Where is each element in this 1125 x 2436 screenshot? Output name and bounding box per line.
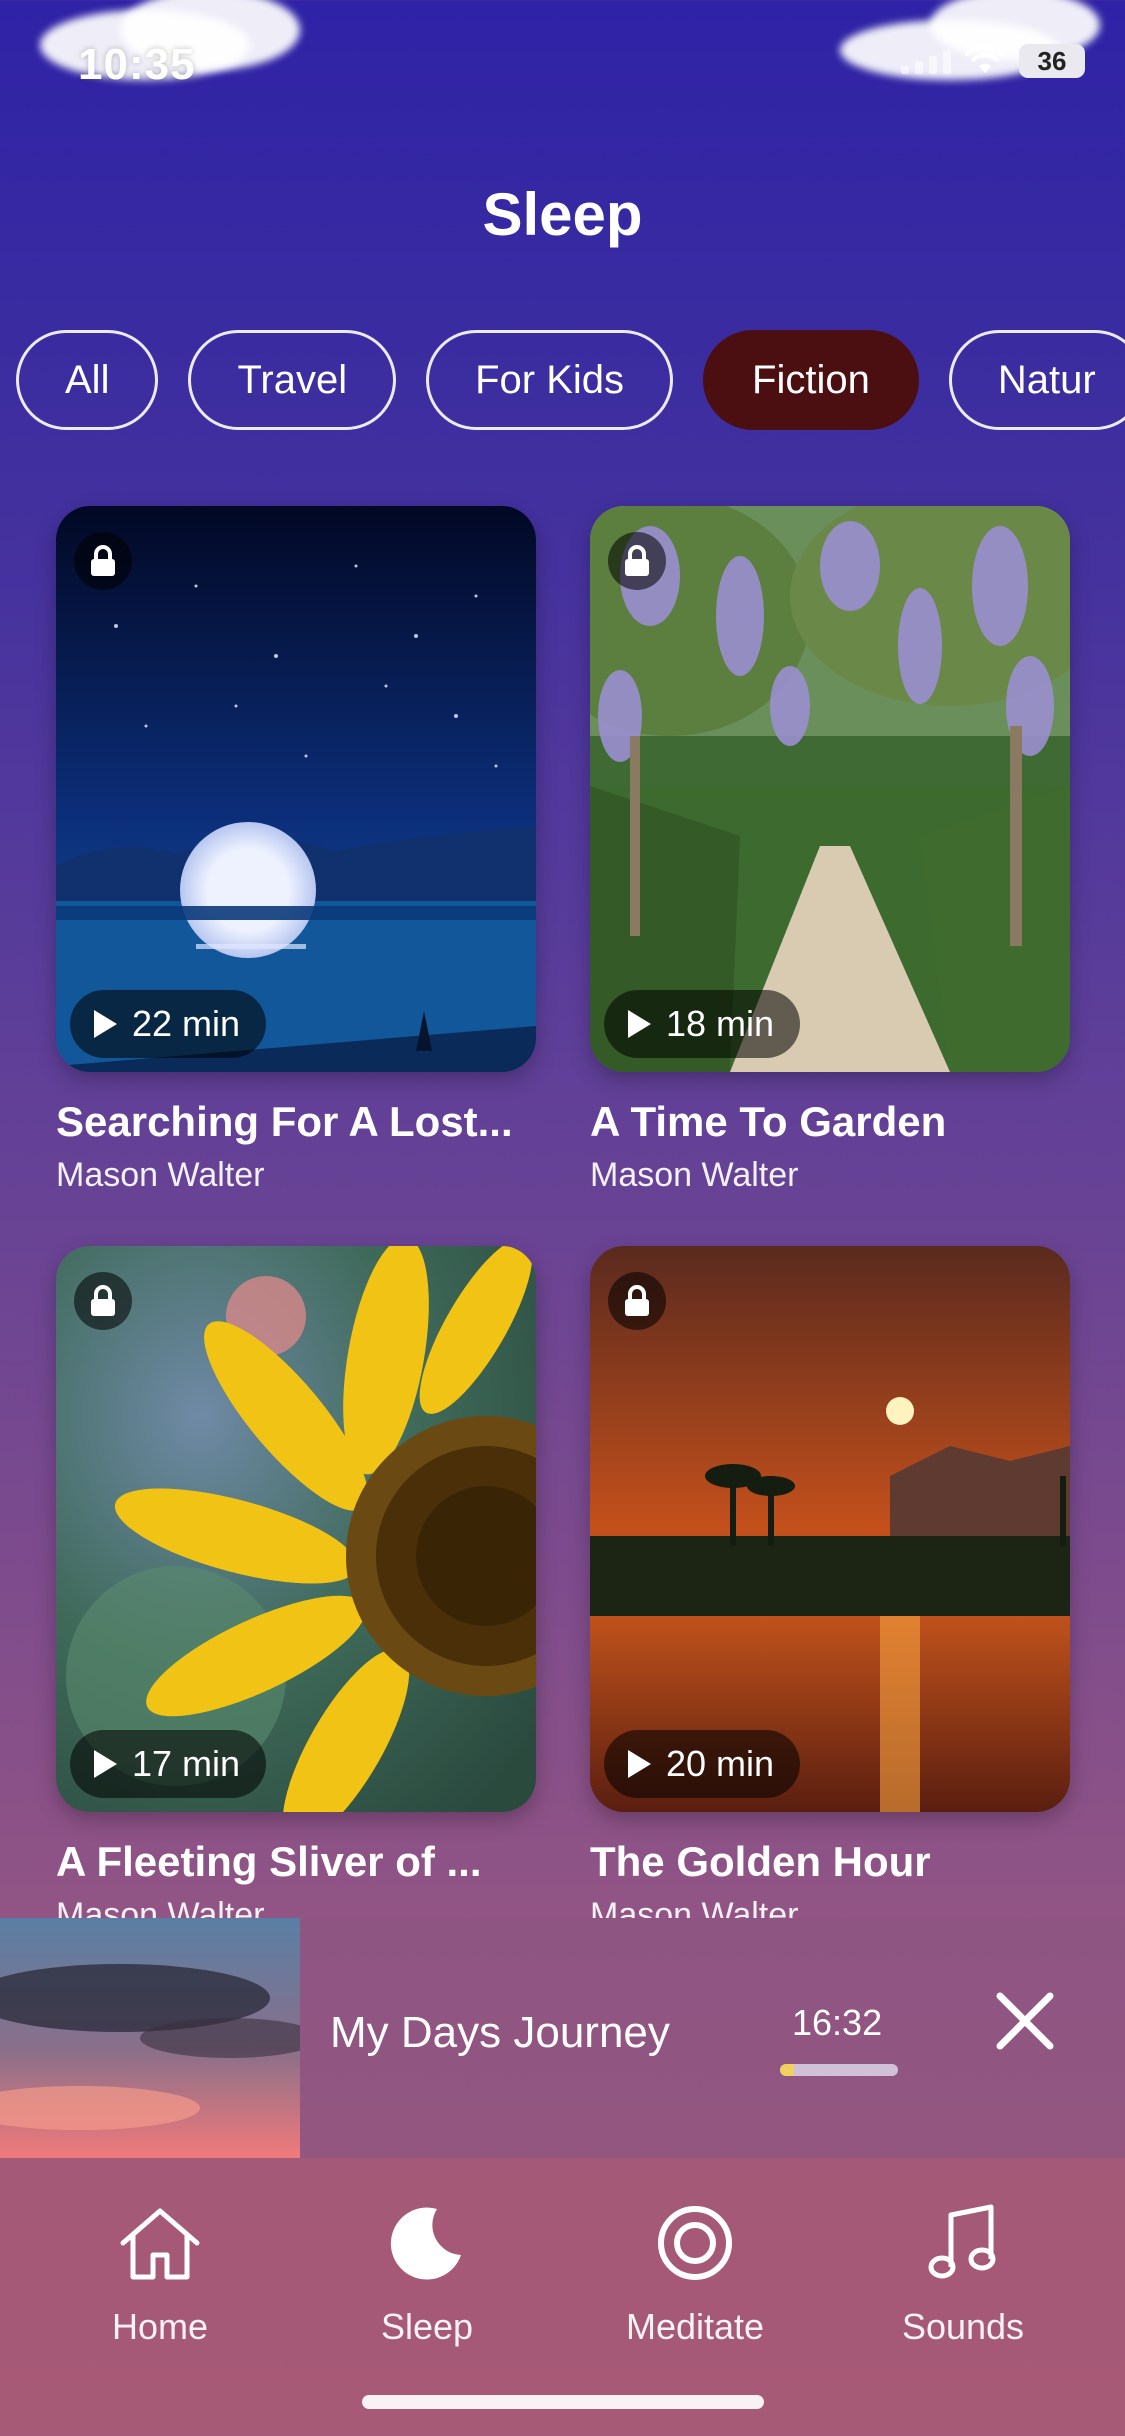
- music-note-icon: [873, 2198, 1053, 2288]
- story-thumbnail: 17 min: [56, 1246, 536, 1812]
- story-thumbnail: 18 min: [590, 506, 1070, 1072]
- status-time: 10:35: [78, 40, 196, 89]
- lock-icon: [608, 532, 666, 590]
- story-author: Mason Walter: [590, 1896, 799, 1918]
- tab-label: Home: [111, 2306, 209, 2347]
- moon-night-image: [56, 506, 536, 1072]
- duration-label: 17 min: [132, 1743, 241, 1784]
- player-time: 16:32: [792, 2002, 883, 2043]
- duration-label: 22 min: [132, 1003, 241, 1044]
- story-card[interactable]: 20 min The Golden Hour Mason Walter: [590, 1246, 1070, 1918]
- sunset-lake-image: [590, 1246, 1070, 1812]
- story-title: Searching For A Lost...: [56, 1098, 513, 1145]
- chip-all[interactable]: All: [16, 330, 159, 430]
- story-thumbnail: 20 min: [590, 1246, 1070, 1812]
- player-progress-fill: [780, 2064, 795, 2076]
- home-icon: [70, 2198, 250, 2288]
- story-title: The Golden Hour: [590, 1838, 931, 1885]
- meditate-icon: [605, 2198, 785, 2288]
- play-icon: [628, 1010, 651, 1038]
- chip-travel[interactable]: Travel: [188, 330, 397, 430]
- lock-icon: [74, 532, 132, 590]
- mini-player[interactable]: My Days Journey 16:32: [0, 1918, 1125, 2158]
- duration-label: 20 min: [666, 1743, 775, 1784]
- story-card[interactable]: 18 min A Time To Garden Mason Walter: [590, 506, 1070, 1195]
- home-indicator: [362, 2395, 764, 2409]
- story-author: Mason Walter: [56, 1156, 265, 1194]
- moon-icon: [337, 2198, 517, 2288]
- lock-icon: [608, 1272, 666, 1330]
- battery-indicator: 36: [1019, 44, 1085, 78]
- story-title: A Fleeting Sliver of ...: [56, 1838, 482, 1885]
- player-title: My Days Journey: [330, 2008, 670, 2057]
- wisteria-path-image: [590, 506, 1070, 1072]
- story-thumbnail: 22 min: [56, 506, 536, 1072]
- player-progress-bar[interactable]: [780, 2064, 898, 2076]
- duration-badge[interactable]: 18 min: [604, 990, 801, 1058]
- tab-sleep[interactable]: Sleep: [337, 2198, 517, 2348]
- chip-fiction[interactable]: Fiction: [703, 330, 919, 430]
- chip-nature[interactable]: Natur: [948, 330, 1125, 430]
- story-author: Mason Walter: [56, 1896, 265, 1918]
- tab-label: Meditate: [625, 2306, 765, 2347]
- status-icons: 36: [901, 44, 1085, 78]
- close-icon: [996, 1992, 1054, 2050]
- wifi-icon: [965, 46, 1005, 73]
- duration-badge[interactable]: 22 min: [70, 990, 267, 1058]
- duration-badge[interactable]: 17 min: [70, 1730, 267, 1798]
- duration-label: 18 min: [666, 1003, 775, 1044]
- lock-icon: [74, 1272, 132, 1330]
- story-title: A Time To Garden: [590, 1098, 947, 1145]
- tab-sounds[interactable]: Sounds: [873, 2198, 1053, 2348]
- signal-icon: [901, 48, 951, 74]
- story-author: Mason Walter: [590, 1156, 799, 1194]
- tab-home[interactable]: Home: [70, 2198, 250, 2348]
- play-icon: [94, 1010, 117, 1038]
- sunflower-image: [56, 1246, 536, 1812]
- play-icon: [628, 1750, 651, 1778]
- tab-meditate[interactable]: Meditate: [605, 2198, 785, 2348]
- story-card[interactable]: 22 min Searching For A Lost... Mason Wal…: [56, 506, 536, 1195]
- duration-badge[interactable]: 20 min: [604, 1730, 801, 1798]
- tab-label: Sounds: [901, 2306, 1025, 2347]
- category-filter: All Travel For Kids Fiction Natur: [16, 330, 1125, 430]
- tab-label: Sleep: [380, 2306, 474, 2347]
- play-icon: [94, 1750, 117, 1778]
- close-button[interactable]: [990, 1986, 1060, 2056]
- story-card[interactable]: 17 min A Fleeting Sliver of ... Mason Wa…: [56, 1246, 536, 1918]
- player-artwork: [0, 1918, 300, 2158]
- chip-for-kids[interactable]: For Kids: [426, 330, 674, 430]
- page-title: Sleep: [482, 181, 643, 248]
